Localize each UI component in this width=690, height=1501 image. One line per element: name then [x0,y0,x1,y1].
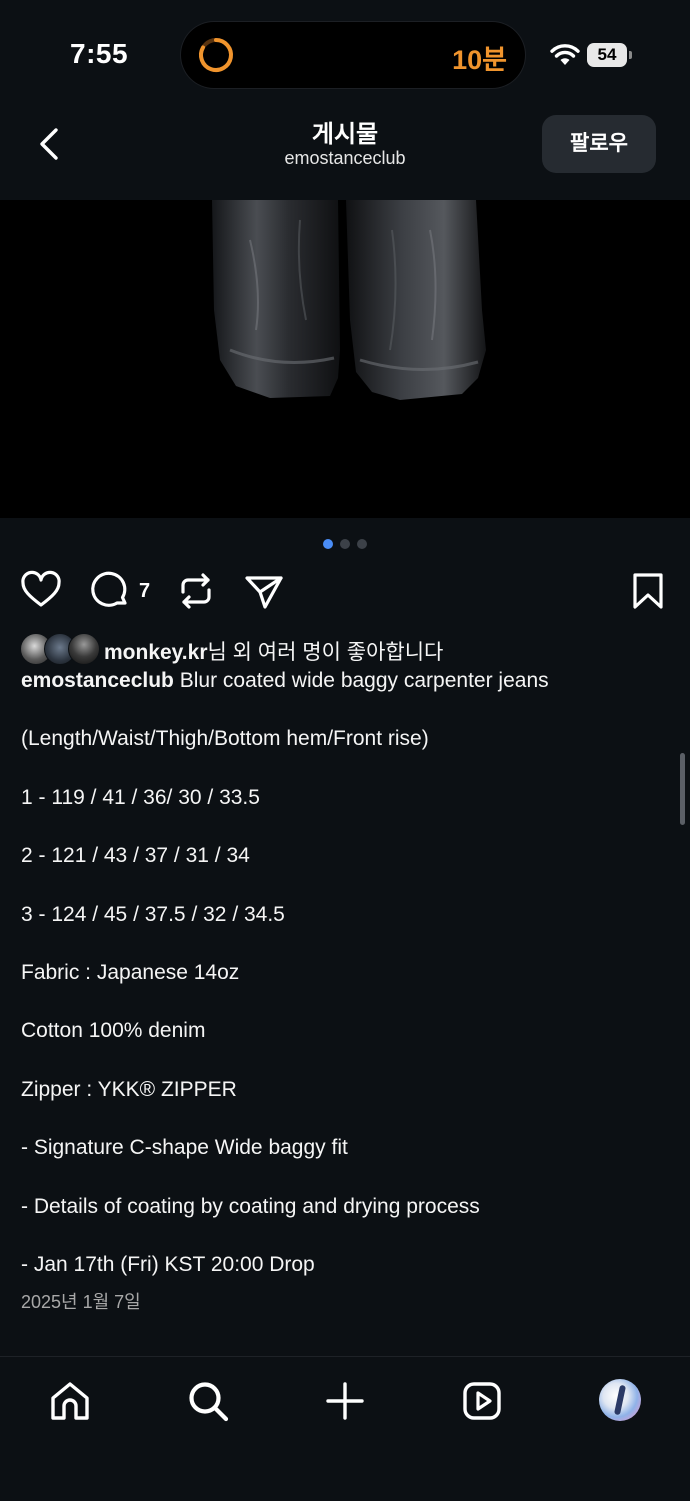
timer-text: 10분 [452,45,507,75]
repost-icon[interactable] [175,570,217,612]
liker-avatars [20,632,100,666]
post-image[interactable] [0,200,690,518]
caption-line: emostanceclub Blur coated wide baggy car… [21,666,681,724]
dynamic-island[interactable]: 10분 [181,22,525,88]
likes-text: monkey.kr님 외 여러 명이 좋아합니다 [104,636,443,666]
carousel-dot [357,539,367,549]
comment-count: 7 [139,580,151,602]
status-bar: 7:55 10분 54 [0,0,690,110]
battery-indicator: 54 [587,43,633,67]
caption-line: - Details of coating by coating and dryi… [21,1194,480,1218]
status-time: 7:55 [70,38,129,69]
jeans-image [212,200,486,400]
send-icon[interactable] [243,570,285,612]
carousel-indicator [0,539,690,551]
search-icon[interactable] [186,1379,230,1423]
battery-cap [629,51,632,59]
battery-level: 54 [597,45,617,64]
caption-line: 1 - 119 / 41 / 36/ 30 / 33.5 [21,785,260,809]
bookmark-icon[interactable] [627,570,669,612]
post-header: 게시물 emostanceclub 팔로우 [0,110,690,201]
caption-author[interactable]: emostanceclub [21,669,174,692]
post-date: 2025년 1월 7일 [21,1292,141,1312]
carousel-dot-active [323,539,333,549]
bottom-nav [0,1356,690,1501]
caption-text: Blur coated wide baggy carpenter jeans [179,669,549,692]
caption-line: (Length/Waist/Thigh/Bottom hem/Front ris… [21,727,429,751]
caption-line: - Signature C-shape Wide baggy fit [21,1136,348,1160]
profile-avatar[interactable] [599,1379,641,1421]
caption-line: Zipper : YKK® ZIPPER [21,1077,237,1101]
avatar [68,633,100,665]
timer-ring-icon [199,38,233,72]
caption-line: Cotton 100% denim [21,1019,206,1043]
likes-suffix: 님 외 여러 명이 좋아합니다 [207,641,444,664]
caption-line: 3 - 124 / 45 / 37.5 / 32 / 34.5 [21,902,285,926]
home-icon[interactable] [48,1379,92,1423]
wifi-icon [550,44,580,65]
liker-username[interactable]: monkey.kr [104,641,208,664]
plus-icon[interactable] [323,1379,367,1423]
comment-bubble-icon[interactable] [89,570,131,612]
caption-line: Fabric : Japanese 14oz [21,960,240,984]
likes-summary[interactable]: monkey.kr님 외 여러 명이 좋아합니다 [20,632,680,666]
caption-line: 2 - 121 / 43 / 37 / 31 / 34 [21,844,250,868]
scrollbar[interactable] [680,753,685,825]
heart-icon[interactable] [20,570,62,612]
carousel-dot [340,539,350,549]
follow-button[interactable]: 팔로우 [542,115,656,173]
action-bar: 7 [0,566,690,616]
post-caption: emostanceclub Blur coated wide baggy car… [21,666,681,1308]
reels-icon[interactable] [460,1379,504,1423]
